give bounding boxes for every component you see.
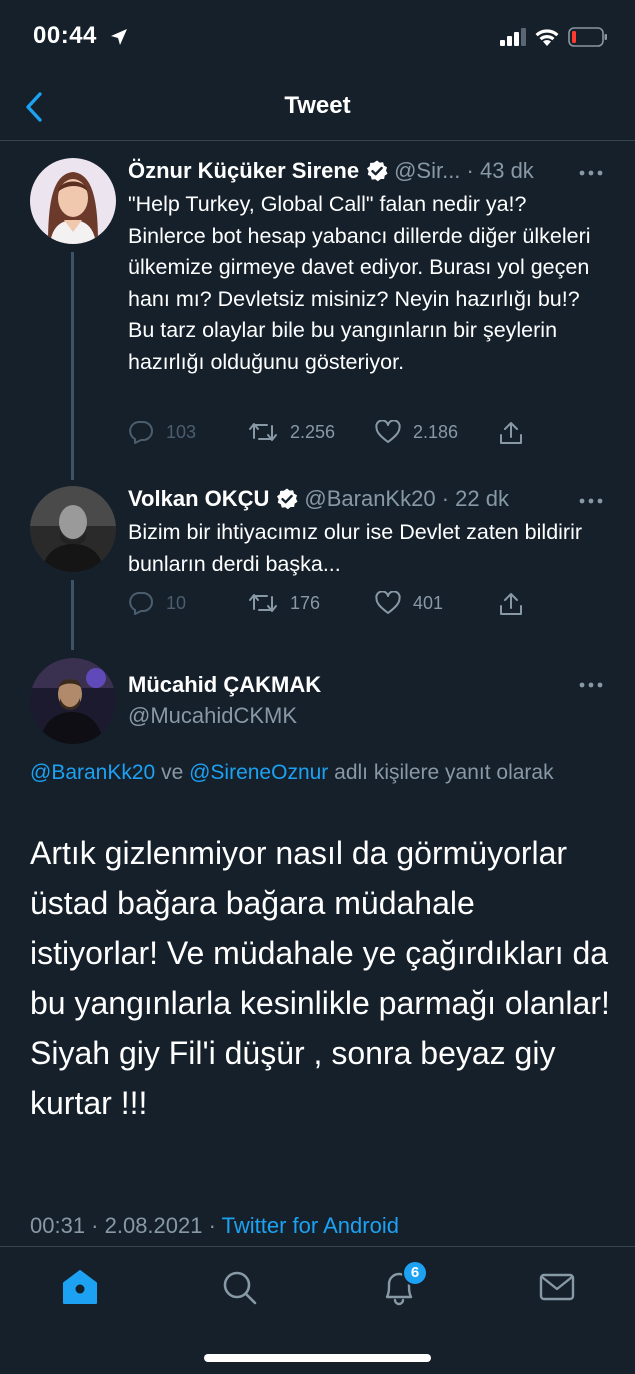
heart-icon [375, 420, 401, 443]
wifi-icon [535, 29, 559, 46]
avatar[interactable] [30, 486, 116, 572]
verified-badge-icon [367, 160, 388, 182]
more-options-icon[interactable] [578, 680, 604, 690]
more-options-icon[interactable] [578, 168, 604, 178]
messages-envelope-icon[interactable] [537, 1267, 577, 1307]
tweet-text: "Help Turkey, Global Call" falan nedir y… [128, 192, 591, 374]
reply-count: 10 [166, 592, 187, 613]
reply-icon [129, 421, 153, 444]
status-bar: 00:44 [0, 0, 635, 78]
home-indicator[interactable] [204, 1354, 431, 1362]
more-options-icon[interactable] [578, 496, 604, 506]
location-arrow-icon [111, 29, 127, 45]
retweet-action[interactable]: 176 [248, 591, 320, 615]
reply-action[interactable]: 10 [128, 591, 186, 615]
tweet-timestamp: 00:31 · 2.08.2021 · [30, 1213, 222, 1238]
like-count: 2.186 [413, 421, 459, 442]
retweet-icon [249, 594, 277, 612]
like-action[interactable]: 2.186 [375, 420, 458, 444]
main-tweet-text: Artık gizlenmiyor nasıl da görmüyorlar ü… [30, 828, 610, 1128]
tweet-time: 22 dk [455, 486, 509, 511]
heart-icon [375, 591, 401, 614]
author-name[interactable]: Öznur Küçüker Sirene [128, 158, 359, 184]
author-name[interactable]: Volkan OKÇU [128, 486, 269, 512]
retweet-action[interactable]: 2.256 [248, 420, 335, 444]
notification-count-badge: 6 [402, 1260, 428, 1286]
avatar[interactable] [30, 158, 116, 244]
like-count: 401 [413, 592, 444, 613]
cellular-signal-icon [500, 28, 526, 46]
retweet-icon [249, 423, 277, 441]
verified-badge-icon [277, 488, 298, 510]
avatar[interactable] [30, 658, 116, 744]
main-author-name[interactable]: Mücahid ÇAKMAK [128, 672, 321, 698]
page-title: Tweet [284, 92, 351, 119]
main-text-paragraph: Siyah giy Fil'i düşür , sonra beyaz giy … [30, 1035, 556, 1121]
tweet-text: Bizim bir ihtiyacımız olur ise Devlet za… [128, 520, 583, 576]
separator-dot: · [460, 158, 480, 183]
main-author-handle[interactable]: @MucahidCKMK [128, 703, 297, 729]
reply-and: ve [155, 761, 190, 784]
tweet-volkan[interactable]: Volkan OKÇU @BaranKk20 · 22 dk Bizim bir… [0, 486, 635, 636]
tweet-sirene[interactable]: Öznur Küçüker Sirene @Sir... · 43 dk "He… [0, 158, 635, 458]
separator-dot: · [435, 486, 456, 511]
share-icon [500, 422, 522, 444]
reply-action[interactable]: 103 [128, 420, 196, 444]
search-icon[interactable] [219, 1267, 259, 1307]
share-action[interactable] [498, 591, 524, 617]
share-icon [500, 593, 522, 615]
reply-mention-link[interactable]: @SireneOznur [189, 761, 328, 784]
tweet-actions: 103 2.256 2.186 [128, 420, 538, 450]
share-action[interactable] [498, 420, 524, 446]
tweet-time: 43 dk [479, 158, 534, 183]
main-text-paragraph: Artık gizlenmiyor nasıl da görmüyorlar ü… [30, 835, 610, 1021]
reply-suffix: adlı kişilere yanıt olarak [328, 761, 554, 784]
status-time: 00:44 [33, 22, 97, 49]
reply-mention-link[interactable]: @BaranKk20 [30, 761, 155, 784]
nav-bar: Tweet [0, 78, 635, 141]
tweet-header: Öznur Küçüker Sirene @Sir... · 43 dk [128, 158, 534, 184]
author-handle[interactable]: @BaranKk20 [304, 486, 435, 512]
author-handle[interactable]: @Sir... [394, 158, 460, 184]
tweet-meta: 00:31 · 2.08.2021 · Twitter for Android [30, 1213, 399, 1239]
replying-to: @BaranKk20 ve @SireneOznur adlı kişilere… [30, 756, 590, 789]
battery-icon [568, 27, 607, 47]
tweet-header: Volkan OKÇU @BaranKk20 · 22 dk [128, 486, 509, 512]
tweet-actions: 10 176 401 [128, 591, 538, 621]
tweet-source-link[interactable]: Twitter for Android [222, 1213, 399, 1238]
home-icon[interactable] [60, 1267, 100, 1307]
like-action[interactable]: 401 [375, 591, 443, 615]
reply-count: 103 [166, 421, 197, 442]
reply-icon [129, 592, 153, 615]
retweet-count: 2.256 [290, 421, 336, 442]
retweet-count: 176 [290, 592, 321, 613]
